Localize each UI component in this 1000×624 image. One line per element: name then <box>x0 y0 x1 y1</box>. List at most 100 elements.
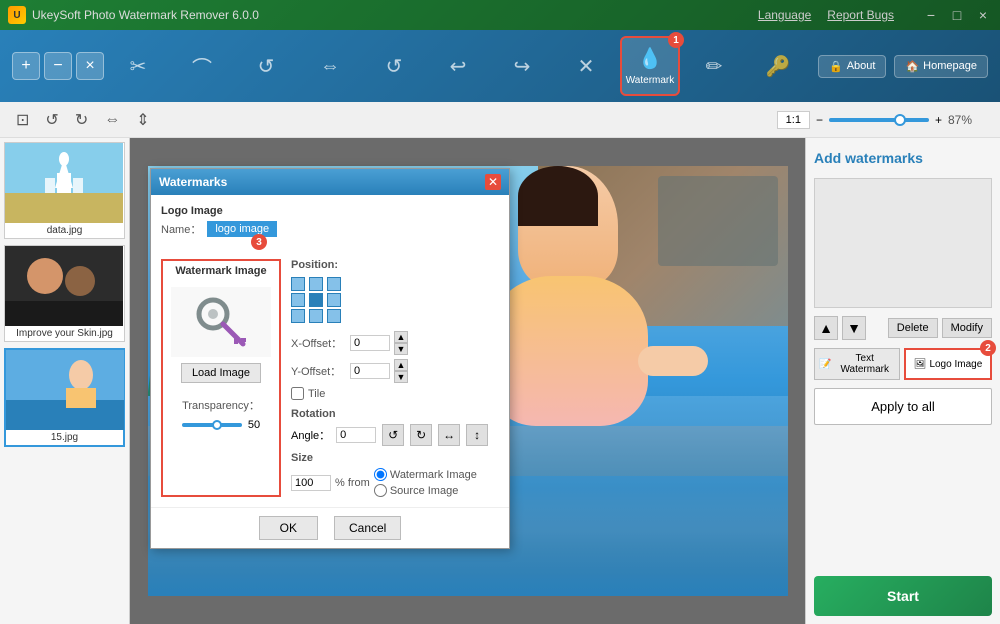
minimize-btn[interactable]: − <box>922 7 940 23</box>
title-bar: U UkeySoft Photo Watermark Remover 6.0.0… <box>0 0 1000 30</box>
sec-crop-btn[interactable]: ⊡ <box>12 108 33 132</box>
delete-btn[interactable]: Delete <box>888 318 938 338</box>
dialog-titlebar: Watermarks ✕ <box>151 169 509 195</box>
x-offset-input[interactable] <box>350 335 390 351</box>
watermark-image-box: Watermark Image <box>161 259 281 497</box>
sec-rotate-right-btn[interactable]: ↻ <box>71 108 92 132</box>
close-btn[interactable]: × <box>974 7 992 23</box>
move-down-btn[interactable]: ▼ <box>842 316 866 340</box>
zoom-reset-btn[interactable]: 1:1 <box>777 111 810 129</box>
thumbnail-image <box>6 350 124 430</box>
sec-flip-v-btn[interactable]: ⇕ <box>132 108 153 132</box>
pos-tc[interactable] <box>309 277 323 291</box>
badge-3: 3 <box>251 234 267 250</box>
pos-tl[interactable] <box>291 277 305 291</box>
zoom-plus-icon[interactable]: + <box>935 113 942 127</box>
main-toolbar: + − × ✂ ⌒ ↺ ⇔ ↺ ↩ ↪ ✕ 💧 Watermark <box>0 30 1000 102</box>
undo-icon: ↩ <box>450 54 467 79</box>
pos-bl[interactable] <box>291 309 305 323</box>
x-offset-up-btn[interactable]: ▲ <box>394 331 408 343</box>
thumbnail-image <box>5 246 123 326</box>
y-offset-input[interactable] <box>350 363 390 379</box>
y-offset-up-btn[interactable]: ▲ <box>394 359 408 371</box>
pos-br[interactable] <box>327 309 341 323</box>
thumbnail-list: data.jpg Improve your Skin.jpg <box>0 138 129 624</box>
lasso-btn[interactable]: ⌒ <box>172 36 232 96</box>
clear-icon: ✕ <box>578 54 595 79</box>
sec-rotate-left-btn[interactable]: ↺ <box>41 108 62 132</box>
title-bar-right: Language Report Bugs − □ × <box>758 7 992 23</box>
cancel-btn[interactable]: Cancel <box>334 516 401 540</box>
maximize-btn[interactable]: □ <box>948 7 966 23</box>
move-up-btn[interactable]: ▲ <box>814 316 838 340</box>
zoom-thumb[interactable] <box>894 114 906 126</box>
start-btn[interactable]: Start <box>814 576 992 616</box>
pos-bc[interactable] <box>309 309 323 323</box>
text-icon: 📝 <box>819 359 831 370</box>
flip-h-btn[interactable]: ⇔ <box>300 36 360 96</box>
main-layout: data.jpg Improve your Skin.jpg <box>0 138 1000 624</box>
size-radio-group: Watermark Image Source Image <box>374 468 477 497</box>
pos-mc[interactable] <box>309 293 323 307</box>
pos-mr[interactable] <box>327 293 341 307</box>
crop-btn[interactable]: ✂ <box>108 36 168 96</box>
close-btn-toolbar[interactable]: × <box>76 52 104 80</box>
transparency-label: Transparency： <box>182 397 260 413</box>
transparency-slider[interactable] <box>182 423 242 427</box>
home-icon: 🏠 <box>905 60 919 73</box>
clear-btn[interactable]: ✕ <box>556 36 616 96</box>
lock-btn[interactable]: 🔑 <box>748 36 808 96</box>
load-image-btn[interactable]: Load Image <box>181 363 261 383</box>
ok-btn[interactable]: OK <box>259 516 318 540</box>
text-watermark-tab[interactable]: 📝 Text Watermark <box>814 348 900 380</box>
y-offset-down-btn[interactable]: ▼ <box>394 371 408 383</box>
flip-v-btn[interactable]: ↺ <box>364 36 424 96</box>
thumbnail-label: 15.jpg <box>6 430 123 445</box>
thumbnail-item[interactable]: 15.jpg <box>4 348 125 447</box>
retouch-icon: ✏ <box>706 54 723 79</box>
rotate-cw-btn[interactable]: ↻ <box>410 424 432 446</box>
name-row: Name： logo image <box>161 221 499 237</box>
position-grid <box>291 277 499 323</box>
flip-v2-btn[interactable]: ↕ <box>466 424 488 446</box>
rotation-area: Rotation Angle： ↺ ↻ ↔ ↕ <box>291 408 499 446</box>
rotation-row: Angle： ↺ ↻ ↔ ↕ <box>291 424 499 446</box>
sec-flip-h-btn[interactable]: ⇔ <box>100 109 124 131</box>
name-value: logo image <box>207 221 277 237</box>
badge-2: 2 <box>980 340 996 356</box>
size-label: Size <box>291 452 499 464</box>
watermark-image-radio[interactable] <box>374 468 387 481</box>
x-offset-down-btn[interactable]: ▼ <box>394 343 408 355</box>
minus-btn[interactable]: − <box>44 52 72 80</box>
wm-img-preview <box>171 287 271 357</box>
size-input[interactable] <box>291 475 331 491</box>
language-btn[interactable]: Language <box>758 8 811 22</box>
logo-image-tab[interactable]: 🖼 Logo Image <box>904 348 992 380</box>
thumbnail-item[interactable]: Improve your Skin.jpg <box>4 245 125 342</box>
about-btn[interactable]: 🔒 About <box>818 55 886 78</box>
angle-input[interactable] <box>336 427 376 443</box>
retouch-btn[interactable]: ✏ <box>684 36 744 96</box>
homepage-btn[interactable]: 🏠 Homepage <box>894 55 988 78</box>
apply-all-btn[interactable]: Apply to all <box>814 388 992 425</box>
thumbnail-item[interactable]: data.jpg <box>4 142 125 239</box>
add-btn[interactable]: + <box>12 52 40 80</box>
redo-btn[interactable]: ↪ <box>492 36 552 96</box>
dialog-close-btn[interactable]: ✕ <box>485 174 501 190</box>
source-image-radio[interactable] <box>374 484 387 497</box>
zoom-minus-icon[interactable]: − <box>816 113 823 127</box>
rotate-ccw-btn[interactable]: ↺ <box>382 424 404 446</box>
brush-btn[interactable]: ↺ <box>236 36 296 96</box>
angle-label: Angle： <box>291 427 330 443</box>
undo-btn[interactable]: ↩ <box>428 36 488 96</box>
tile-checkbox[interactable] <box>291 387 304 400</box>
crop-icon: ✂ <box>130 54 147 79</box>
zoom-slider[interactable] <box>829 118 929 122</box>
report-bugs-btn[interactable]: Report Bugs <box>827 8 894 22</box>
pos-ml[interactable] <box>291 293 305 307</box>
position-label: Position: <box>291 259 499 271</box>
tabs-container: 📝 Text Watermark 🖼 Logo Image 2 <box>814 348 992 380</box>
pos-tr[interactable] <box>327 277 341 291</box>
modify-btn[interactable]: Modify <box>942 318 992 338</box>
flip-btn[interactable]: ↔ <box>438 424 460 446</box>
